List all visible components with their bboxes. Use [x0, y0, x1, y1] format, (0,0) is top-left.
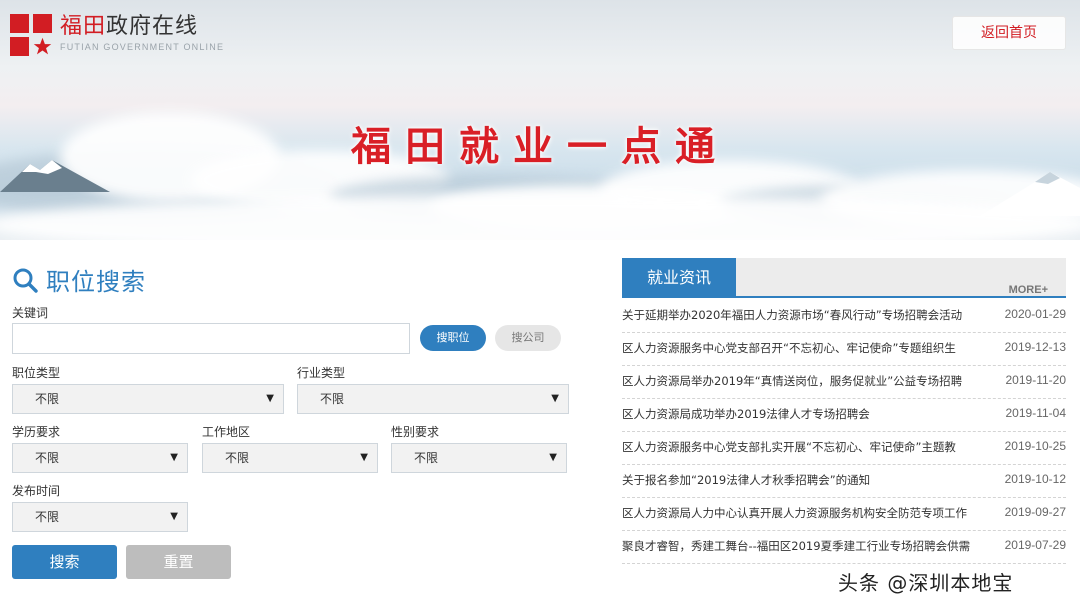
dropdown-arrow-icon: ▼ — [549, 452, 557, 463]
industry-type-label: 行业类型 — [297, 366, 346, 380]
header-banner: 福田政府在线 FUTIAN GOVERNMENT ONLINE 返回首页 福田就… — [0, 0, 1080, 240]
tab-employment-news[interactable]: 就业资讯 — [622, 258, 736, 298]
submit-search-button[interactable]: 搜索 — [12, 545, 117, 579]
news-title: 关于报名参加“2019法律人才秋季招聘会”的通知 — [622, 473, 871, 487]
search-icon — [13, 268, 38, 293]
list-item[interactable]: 区人力资源服务中心党支部召开“不忘初心、牢记使命”专题组织生 2019-12-13 — [622, 333, 1066, 366]
news-date: 2019-10-25 — [1004, 439, 1066, 453]
keyword-input[interactable] — [12, 323, 410, 354]
publish-time-label: 发布时间 — [12, 484, 61, 498]
reset-button[interactable]: 重置 — [126, 545, 231, 579]
news-date: 2019-09-27 — [1004, 505, 1066, 519]
job-search-header: 职位搜索 — [12, 262, 146, 297]
search-job-button[interactable]: 搜职位 — [420, 325, 486, 351]
news-list: 关于延期举办2020年福田人力资源市场“春风行动”专场招聘会活动 2020-01-… — [622, 300, 1066, 564]
gender-label: 性别要求 — [391, 425, 440, 439]
logo-cn-gray: 政府在线 — [106, 14, 199, 39]
publish-time-value: 不限 — [35, 510, 60, 524]
news-title: 聚良才睿智，秀建工舞台--福田区2019夏季建工行业专场招聘会供需 — [622, 539, 971, 553]
search-company-button[interactable]: 搜公司 — [495, 325, 561, 351]
page: 福田政府在线 FUTIAN GOVERNMENT ONLINE 返回首页 福田就… — [0, 0, 1080, 612]
news-date: 2019-12-13 — [1004, 340, 1066, 354]
gender-value: 不限 — [414, 451, 439, 465]
news-title: 区人力资源局人力中心认真开展人力资源服务机构安全防范专项工作 — [622, 506, 967, 520]
watermark: 头条 @深圳本地宝 — [838, 571, 1014, 595]
news-title: 区人力资源局成功举办2019法律人才专场招聘会 — [622, 407, 870, 421]
industry-type-select[interactable]: 不限 ▼ — [297, 384, 569, 414]
list-item[interactable]: 区人力资源服务中心党支部扎实开展“不忘初心、牢记使命”主题教 2019-10-25 — [622, 432, 1066, 465]
news-title: 关于延期举办2020年福田人力资源市场“春风行动”专场招聘会活动 — [622, 308, 963, 322]
list-item[interactable]: 关于延期举办2020年福田人力资源市场“春风行动”专场招聘会活动 2020-01-… — [622, 300, 1066, 333]
list-item[interactable]: 关于报名参加“2019法律人才秋季招聘会”的通知 2019-10-12 — [622, 465, 1066, 498]
dropdown-arrow-icon: ▼ — [551, 393, 559, 404]
job-type-select[interactable]: 不限 ▼ — [12, 384, 284, 414]
list-item[interactable]: 区人力资源局举办2019年“真情送岗位，服务促就业”公益专场招聘 2019-11-… — [622, 366, 1066, 399]
list-item[interactable]: 区人力资源局成功举办2019法律人才专场招聘会 2019-11-04 — [622, 399, 1066, 432]
publish-time-select[interactable]: 不限 ▼ — [12, 502, 188, 532]
news-title: 区人力资源局举办2019年“真情送岗位，服务促就业”公益专场招聘 — [622, 374, 963, 388]
gender-select[interactable]: 不限 ▼ — [391, 443, 567, 473]
dropdown-arrow-icon: ▼ — [170, 511, 178, 522]
mountain-right — [980, 172, 1080, 216]
education-select[interactable]: 不限 ▼ — [12, 443, 188, 473]
logo-cn-text: 福田政府在线 — [60, 14, 224, 40]
work-area-value: 不限 — [225, 451, 250, 465]
list-item[interactable]: 聚良才睿智，秀建工舞台--福田区2019夏季建工行业专场招聘会供需 2019-07… — [622, 531, 1066, 564]
news-date: 2019-07-29 — [1004, 538, 1066, 552]
logo-mark-icon — [10, 14, 52, 56]
news-date: 2019-10-12 — [1004, 472, 1066, 486]
job-type-label: 职位类型 — [12, 366, 61, 380]
industry-type-value: 不限 — [320, 392, 345, 406]
education-label: 学历要求 — [12, 425, 61, 439]
dropdown-arrow-icon: ▼ — [360, 452, 368, 463]
news-date: 2020-01-29 — [1004, 307, 1066, 321]
job-search-title: 职位搜索 — [46, 268, 146, 296]
education-value: 不限 — [35, 451, 60, 465]
site-logo[interactable]: 福田政府在线 FUTIAN GOVERNMENT ONLINE — [10, 14, 224, 56]
dropdown-arrow-icon: ▼ — [170, 452, 178, 463]
logo-en-text: FUTIAN GOVERNMENT ONLINE — [60, 42, 225, 52]
keyword-label: 关键词 — [12, 306, 49, 320]
back-home-button[interactable]: 返回首页 — [952, 16, 1066, 50]
work-area-label: 工作地区 — [202, 425, 251, 439]
news-title: 区人力资源服务中心党支部召开“不忘初心、牢记使命”专题组织生 — [622, 341, 956, 355]
logo-cn-red: 福田 — [60, 14, 107, 39]
news-header: 就业资讯 MORE+ — [622, 258, 1066, 298]
work-area-select[interactable]: 不限 ▼ — [202, 443, 378, 473]
news-date: 2019-11-04 — [1005, 406, 1067, 420]
news-date: 2019-11-20 — [1005, 373, 1067, 387]
list-item[interactable]: 区人力资源局人力中心认真开展人力资源服务机构安全防范专项工作 2019-09-27 — [622, 498, 1066, 531]
dropdown-arrow-icon: ▼ — [266, 393, 274, 404]
job-type-value: 不限 — [35, 392, 60, 406]
banner-title: 福田就业一点通 — [351, 123, 729, 170]
more-link[interactable]: MORE+ — [1009, 284, 1048, 296]
news-title: 区人力资源服务中心党支部扎实开展“不忘初心、牢记使命”主题教 — [622, 440, 956, 454]
